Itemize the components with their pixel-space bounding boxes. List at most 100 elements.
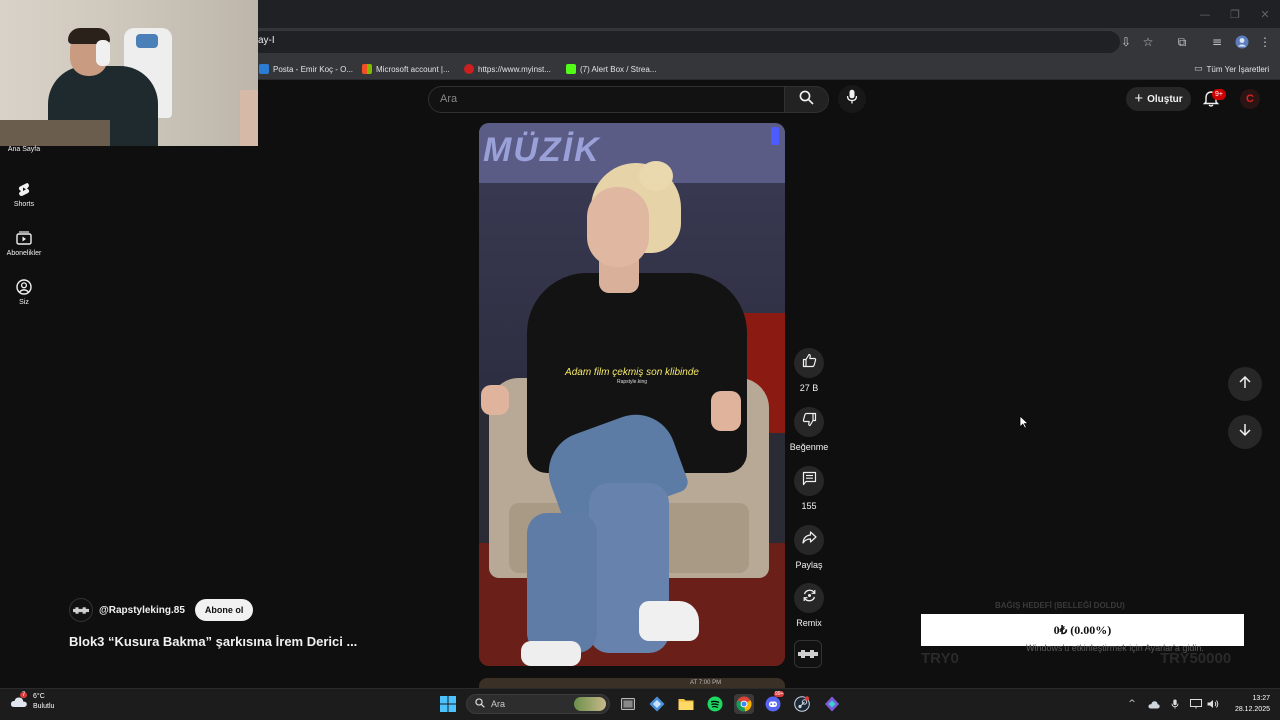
search-placeholder: Ara (440, 93, 458, 105)
search-highlight-icon (574, 697, 606, 711)
media-controls-icon[interactable]: ≡ (1209, 34, 1225, 50)
tray-overflow-icon[interactable]: ^ (1126, 698, 1138, 710)
donation-goal-label: BAĞIŞ HEDEFİ (BELLEĞİ DOLDU) (995, 601, 1125, 610)
previous-short-button[interactable] (1228, 367, 1262, 401)
comments-button[interactable]: 155 (789, 466, 829, 511)
window-controls: — ❐ ✕ (1190, 0, 1280, 28)
sidebar-item-you[interactable]: Siz (0, 279, 48, 306)
subscribe-button[interactable]: Abone ol (194, 599, 254, 621)
myinstants-icon (464, 64, 474, 74)
address-bar[interactable] (250, 31, 1120, 53)
next-short-button[interactable] (1228, 415, 1262, 449)
thumbs-down-icon (802, 412, 817, 432)
share-icon (801, 530, 817, 550)
stream-app-icon[interactable] (822, 694, 842, 714)
search-icon (475, 698, 485, 710)
webcam-headset (96, 40, 110, 66)
bookmark-alertbox[interactable]: (7) Alert Box / Strea... (566, 61, 656, 77)
remix-label: Remix (796, 618, 822, 628)
cloud-icon: 7 (10, 692, 28, 709)
sidebar-item-subscriptions[interactable]: Abonelikler (0, 230, 48, 257)
bookmark-posta[interactable]: Posta - Emir Koç - O... (259, 61, 353, 77)
comment-icon (802, 471, 817, 491)
arrow-up-icon (1238, 375, 1252, 394)
spotify-icon[interactable] (705, 694, 725, 714)
mail-icon (259, 64, 269, 74)
clock-date: 28.12.2025 (1234, 706, 1270, 713)
video-person-jeans-leg-back (527, 513, 597, 653)
video-watermark: Rapstyle.king (616, 379, 647, 385)
sidebar-item-label: Siz (19, 299, 29, 306)
bookmark-myinstants[interactable]: https://www.myinst... (464, 61, 551, 77)
sidebar-item-home[interactable]: Ana Sayfa (0, 146, 48, 153)
task-view-icon[interactable] (618, 694, 638, 714)
steam-icon[interactable] (792, 694, 812, 714)
share-label: Paylaş (795, 560, 823, 570)
search-button[interactable] (785, 86, 829, 113)
minimize-icon[interactable]: — (1190, 0, 1220, 28)
channel-avatar[interactable] (69, 598, 93, 622)
weather-widget[interactable]: 7 6°C Bulutlu (10, 692, 54, 712)
channel-logo-icon (798, 645, 818, 663)
arrow-down-icon (1238, 423, 1252, 442)
create-button[interactable]: + Oluştur (1126, 87, 1191, 111)
video-sign-text: MÜZİK (483, 131, 601, 169)
taskbar-search-input[interactable]: Ara (466, 694, 610, 714)
dislike-button[interactable]: Beğenme (789, 407, 829, 452)
shorts-icon (16, 181, 32, 197)
onedrive-icon[interactable] (1148, 698, 1160, 710)
volume-icon[interactable] (1207, 698, 1219, 710)
shorts-video-player[interactable]: MÜZİK Adam film çekmiş son klibinde Raps… (479, 123, 785, 666)
search-input[interactable] (428, 86, 785, 113)
profile-icon[interactable] (1234, 34, 1250, 50)
donation-max-label: TRY50000 (1160, 650, 1232, 667)
next-video-text: AT 7:00 PM (690, 680, 722, 686)
discord-icon[interactable]: 99+ (763, 691, 785, 714)
microphone-tray-icon[interactable] (1169, 698, 1181, 710)
thumbs-up-icon (802, 353, 817, 373)
video-person-shoe-back (521, 641, 581, 666)
webcam-shelf (240, 90, 258, 146)
chrome-icon[interactable] (734, 694, 754, 714)
system-clock[interactable]: 13:27 28.12.2025 (1226, 693, 1270, 715)
taskbar-search-placeholder: Ara (491, 699, 506, 709)
file-explorer-icon[interactable] (676, 694, 696, 714)
all-bookmarks[interactable]: ▭ Tüm Yer İşaretleri (1194, 61, 1269, 77)
comment-count: 155 (801, 501, 817, 511)
channel-thumbnail-button[interactable] (794, 640, 822, 668)
video-blue-light (771, 127, 779, 145)
sidebar-item-label: Ana Sayfa (7, 146, 41, 153)
address-text: ay-I (258, 35, 275, 46)
like-button[interactable]: 27 B (789, 348, 829, 393)
video-person-shoe (639, 601, 699, 641)
star-icon[interactable]: ☆ (1140, 34, 1156, 50)
like-count: 27 B (799, 383, 819, 393)
voice-search-button[interactable] (838, 85, 866, 113)
windows-start-icon[interactable] (438, 694, 458, 714)
extensions-icon[interactable]: ⧉ (1174, 34, 1190, 50)
network-icon[interactable] (1190, 698, 1202, 710)
app-launcher-icon[interactable] (647, 694, 667, 714)
sidebar-item-shorts[interactable]: Shorts (0, 181, 48, 208)
webcam-overlay (0, 0, 258, 146)
webcam-desk (0, 120, 110, 146)
share-button[interactable]: Paylaş (789, 525, 829, 570)
account-avatar[interactable]: C (1240, 89, 1260, 109)
maximize-icon[interactable]: ❐ (1220, 0, 1250, 28)
sidebar-item-label: Abonelikler (6, 250, 42, 257)
browser-menu-icon[interactable]: ⋮ (1257, 34, 1273, 50)
close-icon[interactable]: ✕ (1250, 0, 1280, 28)
kick-icon (566, 64, 576, 74)
video-caption: Adam film çekmiş son klibinde (565, 367, 699, 378)
next-video-peek[interactable] (479, 678, 785, 688)
subscriptions-icon (16, 230, 32, 246)
channel-handle[interactable]: @Rapstyleking.85 (99, 605, 185, 616)
folder-icon: ▭ (1194, 64, 1203, 74)
bookmark-microsoft[interactable]: Microsoft account |... (362, 61, 450, 77)
discord-badge: 99+ (774, 691, 785, 697)
you-icon (16, 279, 32, 295)
webcam-chair-logo (136, 34, 158, 48)
video-title[interactable]: Blok3 “Kusura Bakma” şarkısına İrem Deri… (69, 634, 357, 649)
remix-button[interactable]: Remix (789, 583, 829, 628)
install-app-icon[interactable]: ⇩ (1118, 34, 1134, 50)
